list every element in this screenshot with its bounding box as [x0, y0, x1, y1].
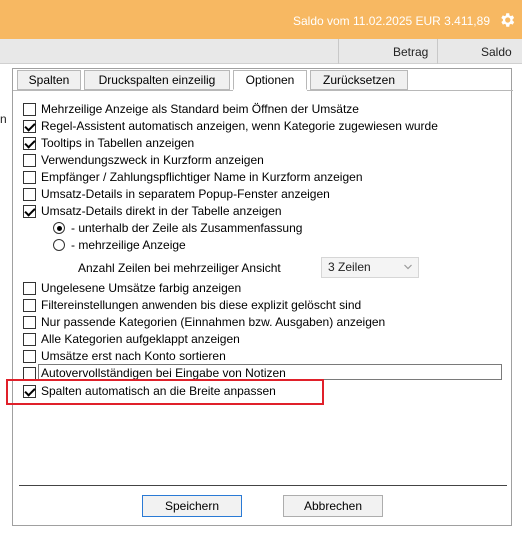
save-button[interactable]: Speichern	[142, 495, 242, 517]
lines-setting-label: Anzahl Zeilen bei mehrzeiliger Ansicht	[78, 261, 281, 275]
options-panel: Mehrzeilige Anzeige als Standard beim Öf…	[6, 91, 511, 525]
lines-select[interactable]: 3 Zeilen	[321, 257, 419, 278]
option-verwendungszweck-kurzform[interactable]: Verwendungszweck in Kurzform anzeigen	[23, 152, 264, 168]
checkbox[interactable]	[23, 281, 36, 295]
dialog-divider	[19, 485, 507, 486]
cancel-button[interactable]: Abbrechen	[283, 495, 383, 517]
option-label: Autovervollständigen bei Eingabe von Not…	[41, 366, 286, 380]
tab-optionen[interactable]: Optionen	[233, 70, 307, 90]
checkbox[interactable]	[23, 153, 36, 167]
option-label: Empfänger / Zahlungspflichtiger Name in …	[41, 170, 363, 184]
checkbox[interactable]	[23, 366, 36, 380]
checkbox[interactable]	[23, 332, 36, 346]
checkbox[interactable]	[23, 315, 36, 329]
highlight-box	[6, 379, 324, 405]
radio-zusammenfassung[interactable]: - unterhalb der Zeile als Zusammenfassun…	[53, 220, 302, 236]
option-details-tabelle[interactable]: Umsatz-Details direkt in der Tabelle anz…	[23, 203, 282, 219]
option-label: Ungelesene Umsätze farbig anzeigen	[41, 281, 242, 295]
saldo-text: Saldo vom 11.02.2025 EUR 3.411,89	[292, 14, 490, 28]
option-label: Filtereinstellungen anwenden bis diese e…	[41, 298, 362, 312]
gear-icon[interactable]	[498, 11, 516, 29]
option-label: Tooltips in Tabellen anzeigen	[41, 136, 195, 150]
option-label: Regel-Assistent automatisch anzeigen, we…	[41, 119, 438, 133]
checkbox[interactable]	[23, 298, 36, 312]
chevron-down-icon	[404, 264, 412, 270]
option-kategorien-aufgeklappt[interactable]: Alle Kategorien aufgeklappt anzeigen	[23, 331, 240, 347]
column-separator	[437, 39, 438, 64]
option-details-popup[interactable]: Umsatz-Details in separatem Popup-Fenste…	[23, 186, 330, 202]
option-nach-konto-sortieren[interactable]: Umsätze erst nach Konto sortieren	[23, 348, 226, 364]
radio-mehrzeilig[interactable]: - mehrzeilige Anzeige	[53, 237, 186, 253]
column-saldo[interactable]: Saldo	[481, 45, 512, 59]
lines-select-value: 3 Zeilen	[328, 260, 371, 274]
option-label: Mehrzeilige Anzeige als Standard beim Öf…	[41, 102, 359, 116]
option-regel-assistent[interactable]: Regel-Assistent automatisch anzeigen, we…	[23, 118, 438, 134]
column-separator	[338, 39, 339, 64]
option-label: Verwendungszweck in Kurzform anzeigen	[41, 153, 264, 167]
tab-druckspalten[interactable]: Druckspalten einzeilig	[84, 70, 230, 90]
checkbox[interactable]	[23, 136, 36, 150]
column-betrag[interactable]: Betrag	[393, 45, 428, 59]
option-label: Umsatz-Details in separatem Popup-Fenste…	[41, 187, 330, 201]
option-filtereinstellungen[interactable]: Filtereinstellungen anwenden bis diese e…	[23, 297, 361, 313]
checkbox[interactable]	[23, 349, 36, 363]
column-header: Betrag Saldo	[0, 39, 522, 64]
option-empfaenger-kurzform[interactable]: Empfänger / Zahlungspflichtiger Name in …	[23, 169, 363, 185]
radio-label: - mehrzeilige Anzeige	[71, 238, 186, 252]
option-passende-kategorien[interactable]: Nur passende Kategorien (Einnahmen bzw. …	[23, 314, 385, 330]
radio-button[interactable]	[53, 222, 65, 234]
checkbox[interactable]	[23, 187, 36, 201]
option-ungelesene-farbig[interactable]: Ungelesene Umsätze farbig anzeigen	[23, 280, 241, 296]
tab-spalten[interactable]: Spalten	[17, 70, 81, 90]
option-label: Umsätze erst nach Konto sortieren	[41, 349, 226, 363]
radio-button[interactable]	[53, 239, 65, 251]
tab-bar: Spalten Druckspalten einzeilig Optionen …	[13, 69, 511, 92]
background-text-fragment: n	[0, 112, 7, 126]
option-mehrzeilige-anzeige[interactable]: Mehrzeilige Anzeige als Standard beim Öf…	[23, 101, 359, 117]
checkbox[interactable]	[23, 170, 36, 184]
option-label: Alle Kategorien aufgeklappt anzeigen	[41, 332, 240, 346]
checkbox[interactable]	[23, 119, 36, 133]
options-dialog: Spalten Druckspalten einzeilig Optionen …	[6, 68, 513, 526]
tab-zuruecksetzen[interactable]: Zurücksetzen	[310, 70, 408, 90]
option-label: Nur passende Kategorien (Einnahmen bzw. …	[41, 315, 386, 329]
option-tooltips[interactable]: Tooltips in Tabellen anzeigen	[23, 135, 194, 151]
checkbox[interactable]	[23, 204, 36, 218]
checkbox[interactable]	[23, 102, 36, 116]
top-bar: Saldo vom 11.02.2025 EUR 3.411,89	[0, 0, 522, 39]
option-label: Umsatz-Details direkt in der Tabelle anz…	[41, 204, 282, 218]
radio-label: - unterhalb der Zeile als Zusammenfassun…	[71, 221, 303, 235]
